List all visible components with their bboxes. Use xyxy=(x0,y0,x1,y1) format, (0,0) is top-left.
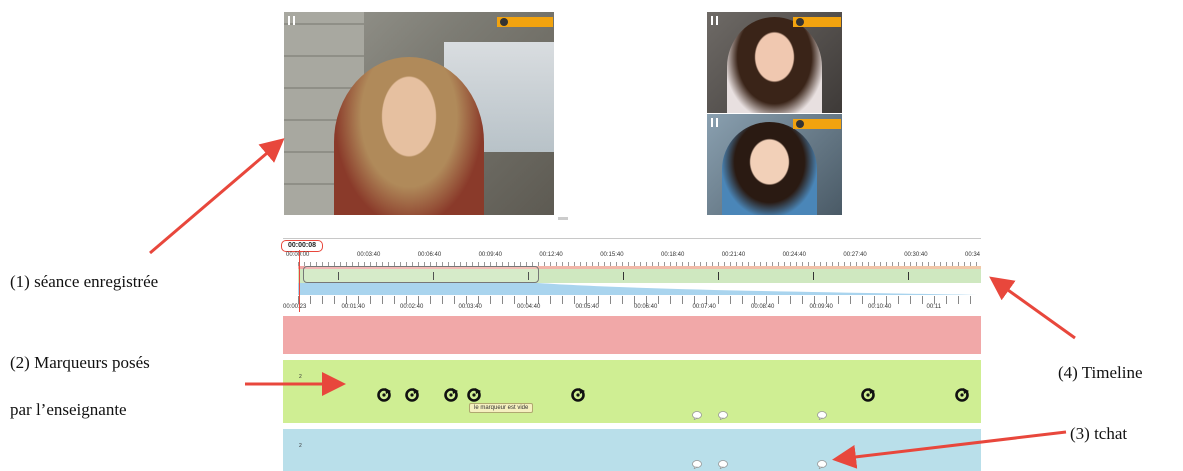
annotation-arrows xyxy=(149,138,1076,469)
arrow-recorded-session xyxy=(149,138,285,255)
arrow-chat xyxy=(832,430,1067,469)
arrow-timeline xyxy=(989,276,1076,340)
